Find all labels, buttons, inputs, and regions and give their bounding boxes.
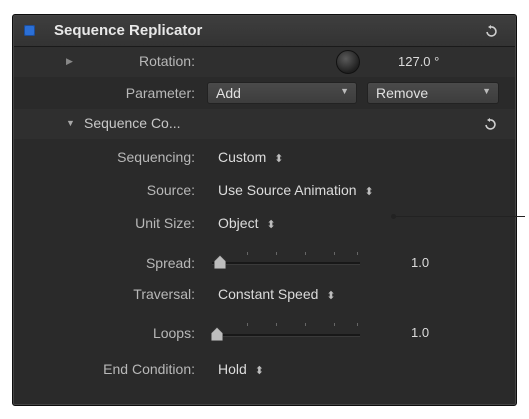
source-popup[interactable]: Use Source Animation ⬍: [218, 182, 374, 198]
enable-checkbox[interactable]: [24, 25, 35, 36]
spread-label: Spread:: [145, 255, 195, 271]
dropdown-arrow-icon: ▼: [340, 86, 349, 96]
rotation-dial[interactable]: [336, 50, 360, 74]
slider-tick: [276, 252, 277, 255]
slider-tick: [334, 323, 335, 326]
sequencing-label: Sequencing:: [117, 149, 195, 165]
end-condition-popup[interactable]: Hold ⬍: [218, 361, 264, 377]
loops-slider-thumb[interactable]: [210, 326, 224, 342]
parameter-remove-dropdown[interactable]: Remove ▼: [367, 82, 499, 104]
callout-dot: [391, 214, 396, 219]
end-condition-row: End Condition: Hold ⬍: [14, 349, 515, 389]
loops-value[interactable]: 1.0: [411, 325, 429, 340]
traversal-popup[interactable]: Constant Speed ⬍: [218, 286, 336, 302]
up-down-stepper-icon: ⬍: [326, 290, 336, 302]
traversal-value: Constant Speed: [218, 286, 319, 302]
parameter-label: Parameter:: [125, 85, 195, 101]
disclosure-triangle-icon[interactable]: ▶: [66, 56, 73, 67]
sequencing-popup[interactable]: Custom ⬍: [218, 149, 283, 165]
source-value: Use Source Animation: [218, 182, 357, 198]
rotation-row: ▶ Rotation: 127.0 °: [14, 47, 515, 77]
parameter-add-dropdown[interactable]: Add ▼: [207, 82, 357, 104]
end-condition-label: End Condition:: [103, 361, 195, 377]
spread-slider-track[interactable]: [212, 262, 360, 265]
reset-arrow-icon[interactable]: [484, 24, 498, 38]
unit-size-popup[interactable]: Object ⬍: [218, 215, 276, 231]
traversal-label: Traversal:: [133, 286, 195, 302]
sequence-replicator-panel: Sequence Replicator ▶ Rotation: 127.0 ° …: [12, 14, 517, 406]
disclosure-triangle-icon[interactable]: ▼: [66, 118, 75, 128]
source-label: Source:: [146, 182, 195, 198]
slider-tick: [357, 323, 358, 326]
up-down-stepper-icon: ⬍: [266, 219, 276, 231]
up-down-stepper-icon: ⬍: [254, 365, 265, 377]
up-down-stepper-icon: ⬍: [274, 153, 284, 165]
panel-title: Sequence Replicator: [54, 22, 203, 39]
spread-value[interactable]: 1.0: [411, 255, 429, 270]
unit-size-row: Unit Size: Object ⬍: [14, 207, 515, 239]
slider-tick: [247, 252, 248, 255]
spread-row: Spread: 1.0: [14, 239, 515, 277]
unit-size-value: Object: [218, 215, 259, 231]
sequencing-row: Sequencing: Custom ⬍: [14, 139, 515, 173]
slider-tick: [305, 323, 306, 326]
unit-size-label: Unit Size:: [135, 215, 195, 231]
rotation-value[interactable]: 127.0 °: [398, 54, 439, 69]
slider-tick: [247, 323, 248, 326]
dropdown-arrow-icon: ▼: [482, 86, 491, 96]
parameter-row: Parameter: Add ▼ Remove ▼: [14, 77, 515, 109]
panel-header[interactable]: Sequence Replicator: [14, 16, 515, 47]
end-condition-value: Hold: [218, 361, 247, 377]
up-down-stepper-icon: ⬍: [364, 186, 374, 198]
spread-slider-thumb[interactable]: [213, 254, 227, 270]
slider-tick: [305, 252, 306, 255]
slider-tick: [334, 252, 335, 255]
slider-tick: [357, 252, 358, 255]
traversal-row: Traversal: Constant Speed ⬍: [14, 277, 515, 311]
sequencing-value: Custom: [218, 149, 267, 165]
parameter-add-label: Add: [216, 85, 241, 101]
loops-slider-track[interactable]: [212, 334, 360, 337]
callout-line: [393, 216, 525, 217]
sequence-controls-row[interactable]: ▼ Sequence Co...: [14, 109, 515, 139]
source-row: Source: Use Source Animation ⬍: [14, 173, 515, 207]
reset-arrow-icon[interactable]: [483, 117, 497, 131]
rotation-label: Rotation:: [138, 53, 195, 69]
slider-tick: [276, 323, 277, 326]
sequence-controls-label: Sequence Co...: [84, 115, 181, 131]
parameter-remove-label: Remove: [376, 85, 429, 101]
loops-row: Loops: 1.0: [14, 311, 515, 349]
loops-label: Loops:: [152, 325, 195, 341]
